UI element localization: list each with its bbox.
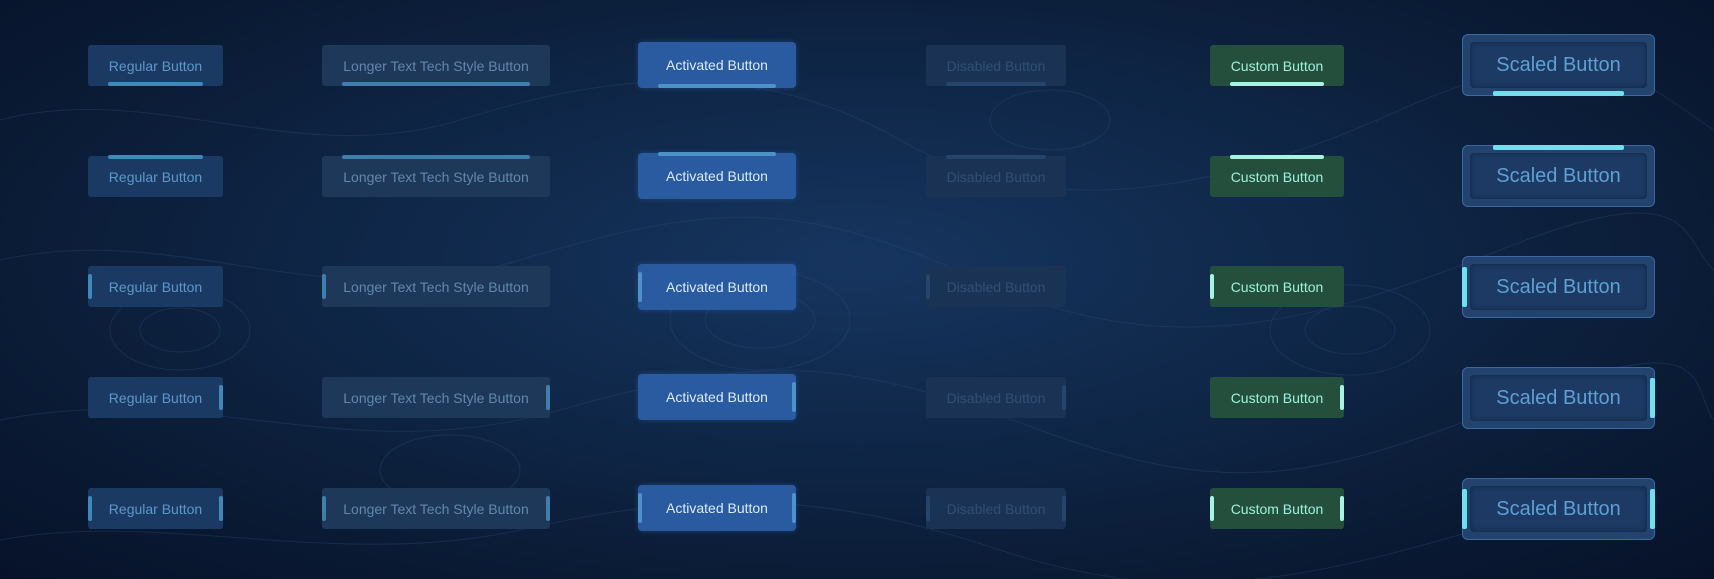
left-indicator-bar bbox=[322, 496, 326, 521]
top-indicator-bar bbox=[658, 152, 776, 156]
bottom-indicator-bar bbox=[342, 82, 530, 86]
button-label: Custom Button bbox=[1230, 389, 1324, 406]
scaled-button-right[interactable]: Scaled Button bbox=[1462, 367, 1655, 429]
longer-button-left[interactable]: Longer Text Tech Style Button bbox=[322, 266, 550, 307]
custom-button-top[interactable]: Custom Button bbox=[1210, 155, 1344, 197]
activated-button-top[interactable]: Activated Button bbox=[638, 152, 796, 199]
left-indicator-bar bbox=[926, 496, 930, 521]
right-indicator-bar bbox=[1650, 489, 1655, 529]
disabled-button-top: Disabled Button bbox=[926, 155, 1066, 197]
scaled-button-bottom[interactable]: Scaled Button bbox=[1462, 34, 1655, 96]
button-label: Custom Button bbox=[1230, 168, 1324, 185]
button-label: Disabled Button bbox=[946, 500, 1046, 517]
longer-button-left-right[interactable]: Longer Text Tech Style Button bbox=[322, 488, 550, 529]
top-indicator-bar bbox=[342, 155, 530, 159]
button-label: Regular Button bbox=[108, 278, 203, 295]
button-label: Scaled Button bbox=[1496, 53, 1621, 76]
right-indicator-bar bbox=[792, 493, 796, 523]
disabled-button-left-right: Disabled Button bbox=[926, 488, 1066, 529]
regular-button-left[interactable]: Regular Button bbox=[88, 266, 223, 307]
button-label: Activated Button bbox=[666, 389, 768, 405]
button-label: Activated Button bbox=[666, 168, 768, 184]
longer-button-top[interactable]: Longer Text Tech Style Button bbox=[322, 155, 550, 197]
bottom-indicator-bar bbox=[946, 82, 1046, 86]
disabled-button-right: Disabled Button bbox=[926, 377, 1066, 418]
button-label: Custom Button bbox=[1230, 278, 1324, 295]
activated-button-right[interactable]: Activated Button bbox=[638, 374, 796, 420]
button-label: Longer Text Tech Style Button bbox=[343, 278, 529, 295]
button-label: Longer Text Tech Style Button bbox=[343, 168, 529, 185]
button-label: Disabled Button bbox=[946, 57, 1046, 74]
right-indicator-bar bbox=[1340, 385, 1344, 410]
bottom-indicator-bar bbox=[658, 84, 776, 88]
right-indicator-bar bbox=[219, 496, 223, 521]
right-indicator-bar bbox=[546, 496, 550, 521]
right-indicator-bar bbox=[1650, 378, 1655, 418]
button-label: Longer Text Tech Style Button bbox=[343, 389, 529, 406]
button-label: Longer Text Tech Style Button bbox=[343, 57, 529, 74]
top-indicator-bar bbox=[946, 155, 1046, 159]
top-indicator-bar bbox=[108, 155, 203, 159]
activated-button-left[interactable]: Activated Button bbox=[638, 264, 796, 310]
button-label: Activated Button bbox=[666, 500, 768, 516]
left-indicator-bar bbox=[322, 274, 326, 299]
button-label: Scaled Button bbox=[1496, 164, 1621, 187]
right-indicator-bar bbox=[792, 382, 796, 412]
button-label: Scaled Button bbox=[1496, 386, 1621, 409]
button-label: Regular Button bbox=[108, 500, 203, 517]
button-label: Disabled Button bbox=[946, 278, 1046, 295]
left-indicator-bar bbox=[1210, 274, 1214, 299]
button-label: Regular Button bbox=[108, 57, 203, 74]
scaled-button-left-right[interactable]: Scaled Button bbox=[1462, 478, 1655, 540]
scaled-button-left[interactable]: Scaled Button bbox=[1462, 256, 1655, 318]
custom-button-bottom[interactable]: Custom Button bbox=[1210, 45, 1344, 86]
regular-button-left-right[interactable]: Regular Button bbox=[88, 488, 223, 529]
disabled-button-left: Disabled Button bbox=[926, 266, 1066, 307]
custom-button-right[interactable]: Custom Button bbox=[1210, 377, 1344, 418]
left-indicator-bar bbox=[88, 274, 92, 299]
activated-button-bottom[interactable]: Activated Button bbox=[638, 42, 796, 88]
button-label: Scaled Button bbox=[1496, 275, 1621, 298]
bottom-indicator-bar bbox=[108, 82, 203, 86]
left-indicator-bar bbox=[88, 496, 92, 521]
button-label: Activated Button bbox=[666, 279, 768, 295]
button-label: Regular Button bbox=[108, 168, 203, 185]
longer-button-bottom[interactable]: Longer Text Tech Style Button bbox=[322, 45, 550, 86]
button-label: Custom Button bbox=[1230, 500, 1324, 517]
bottom-indicator-bar bbox=[1230, 82, 1324, 86]
custom-button-left-right[interactable]: Custom Button bbox=[1210, 488, 1344, 529]
right-indicator-bar bbox=[219, 385, 223, 410]
button-label: Longer Text Tech Style Button bbox=[343, 500, 529, 517]
button-showcase-grid: Regular Button Longer Text Tech Style But… bbox=[0, 0, 1714, 579]
left-indicator-bar bbox=[926, 274, 930, 299]
custom-button-left[interactable]: Custom Button bbox=[1210, 266, 1344, 307]
activated-button-left-right[interactable]: Activated Button bbox=[638, 485, 796, 531]
left-indicator-bar bbox=[1462, 267, 1467, 307]
button-label: Disabled Button bbox=[946, 168, 1046, 185]
button-label: Custom Button bbox=[1230, 57, 1324, 74]
button-label: Activated Button bbox=[666, 57, 768, 73]
right-indicator-bar bbox=[546, 385, 550, 410]
regular-button-right[interactable]: Regular Button bbox=[88, 377, 223, 418]
scaled-button-top[interactable]: Scaled Button bbox=[1462, 145, 1655, 207]
left-indicator-bar bbox=[638, 493, 642, 523]
top-indicator-bar bbox=[1230, 155, 1324, 159]
left-indicator-bar bbox=[638, 272, 642, 302]
bottom-indicator-bar bbox=[1493, 91, 1624, 96]
regular-button-bottom[interactable]: Regular Button bbox=[88, 45, 223, 86]
top-indicator-bar bbox=[1493, 145, 1624, 150]
longer-button-right[interactable]: Longer Text Tech Style Button bbox=[322, 377, 550, 418]
left-indicator-bar bbox=[1462, 489, 1467, 529]
disabled-button-bottom: Disabled Button bbox=[926, 45, 1066, 86]
button-label: Disabled Button bbox=[946, 389, 1046, 406]
right-indicator-bar bbox=[1062, 385, 1066, 410]
right-indicator-bar bbox=[1062, 496, 1066, 521]
regular-button-top[interactable]: Regular Button bbox=[88, 155, 223, 197]
right-indicator-bar bbox=[1340, 496, 1344, 521]
left-indicator-bar bbox=[1210, 496, 1214, 521]
button-label: Scaled Button bbox=[1496, 497, 1621, 520]
button-label: Regular Button bbox=[108, 389, 203, 406]
